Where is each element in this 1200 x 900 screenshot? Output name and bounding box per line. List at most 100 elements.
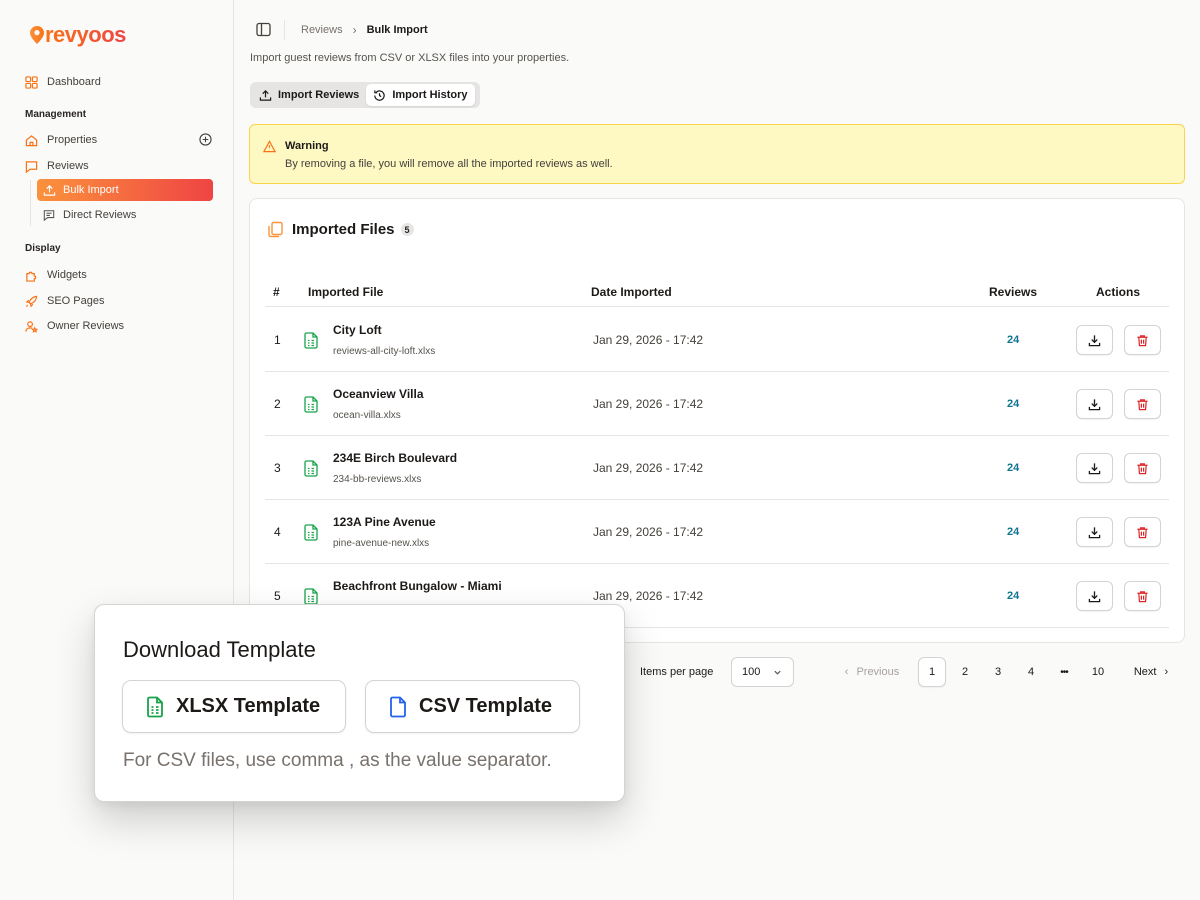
card-header: Imported Files 5 — [267, 221, 414, 238]
download-file-button[interactable] — [1076, 453, 1113, 483]
items-per-page-label: Items per page — [640, 666, 714, 678]
sidebar-item-owner-reviews[interactable]: Owner Reviews — [25, 316, 124, 336]
page-ellipsis: ••• — [1060, 666, 1069, 678]
delete-file-button[interactable] — [1124, 517, 1161, 547]
row-index: 2 — [274, 397, 281, 411]
row-index: 1 — [274, 333, 281, 347]
delete-file-button[interactable] — [1124, 453, 1161, 483]
col-file: Imported File — [308, 285, 384, 299]
sidebar-item-label: Properties — [47, 134, 98, 146]
add-property-icon[interactable] — [199, 133, 212, 146]
message-icon — [25, 160, 38, 173]
breadcrumb: Reviews › Bulk Import — [301, 23, 428, 37]
file-name: 234-bb-reviews.xlxs — [333, 474, 422, 485]
sidebar-item-seo-pages[interactable]: SEO Pages — [25, 291, 104, 311]
download-file-button[interactable] — [1076, 517, 1113, 547]
tab-label: Import History — [392, 89, 468, 101]
download-icon — [1088, 398, 1101, 410]
breadcrumb-current: Bulk Import — [366, 24, 428, 36]
row-index: 3 — [274, 461, 281, 475]
download-file-button[interactable] — [1076, 325, 1113, 355]
next-page-button[interactable]: Next › — [1126, 657, 1176, 687]
page-button-10[interactable]: 10 — [1084, 657, 1112, 687]
sidebar-item-label: Widgets — [47, 269, 87, 281]
upload-icon — [43, 184, 56, 197]
date-imported: Jan 29, 2026 - 17:42 — [593, 461, 704, 475]
trash-icon — [1137, 526, 1148, 538]
sidebar-item-properties[interactable]: Properties — [25, 130, 97, 150]
rocket-icon — [25, 295, 38, 308]
reviews-count[interactable]: 24 — [1007, 526, 1019, 538]
page-button-1[interactable]: 1 — [918, 657, 946, 687]
sidebar-item-direct-reviews[interactable]: Direct Reviews — [43, 205, 136, 225]
delete-file-button[interactable] — [1124, 325, 1161, 355]
col-reviews: Reviews — [989, 285, 1038, 299]
xlsx-template-label: XLSX Template — [176, 695, 321, 717]
sidebar-item-widgets[interactable]: Widgets — [25, 265, 87, 285]
table-row: 1 City Loft reviews-all-city-loft.xlxs J… — [265, 308, 1169, 372]
page-button-4[interactable]: 4 — [1017, 657, 1045, 687]
spreadsheet-icon — [304, 524, 318, 541]
reviews-count[interactable]: 24 — [1007, 462, 1019, 474]
sidebar-item-label: Owner Reviews — [47, 320, 125, 332]
reviews-count[interactable]: 24 — [1007, 590, 1019, 602]
table-row: 3 234E Birch Boulevard 234-bb-reviews.xl… — [265, 436, 1169, 500]
topbar: Reviews › Bulk Import — [234, 0, 1200, 60]
document-icon — [388, 696, 408, 718]
page-button-2[interactable]: 2 — [951, 657, 979, 687]
popover-title: Download Template — [123, 637, 316, 662]
logo-text: revyoos — [45, 22, 126, 47]
sidebar-item-label: Direct Reviews — [63, 209, 137, 221]
sidebar-item-label: Bulk Import — [63, 184, 119, 196]
sidebar-item-reviews[interactable]: Reviews — [25, 156, 89, 176]
file-property-name: Beachfront Bungalow - Miami — [333, 579, 502, 593]
download-template-popover: Download Template XLSX Template CSV Temp… — [94, 604, 625, 802]
download-icon — [1088, 462, 1101, 474]
delete-file-button[interactable] — [1124, 581, 1161, 611]
chevron-left-icon: ‹ — [844, 666, 849, 678]
reviews-count[interactable]: 24 — [1007, 334, 1019, 346]
upload-icon — [259, 89, 272, 102]
files-icon — [267, 221, 284, 238]
delete-file-button[interactable] — [1124, 389, 1161, 419]
items-per-page-select[interactable]: 100 — [731, 657, 794, 687]
tab-import-reviews[interactable]: Import Reviews — [252, 84, 366, 106]
topbar-divider — [284, 20, 285, 40]
reviews-count[interactable]: 24 — [1007, 398, 1019, 410]
file-property-name: 123A Pine Avenue — [333, 515, 436, 529]
trash-icon — [1137, 462, 1148, 474]
sidebar-item-dashboard[interactable]: Dashboard — [25, 72, 101, 92]
page-button-3[interactable]: 3 — [984, 657, 1012, 687]
user-star-icon — [25, 320, 38, 333]
page-subtitle: Import guest reviews from CSV or XLSX fi… — [250, 52, 570, 64]
sidebar-toggle-icon[interactable] — [256, 22, 271, 37]
csv-template-button[interactable]: CSV Template — [365, 680, 580, 733]
sidebar-section-management: Management — [25, 109, 87, 120]
warning-icon — [263, 140, 276, 153]
col-actions: Actions — [1096, 285, 1141, 299]
download-file-button[interactable] — [1076, 581, 1113, 611]
tab-import-history[interactable]: Import History — [366, 84, 475, 106]
col-date: Date Imported — [591, 285, 672, 299]
sidebar-item-label: SEO Pages — [47, 295, 105, 307]
logo[interactable]: revyoos — [30, 22, 126, 48]
previous-page-button[interactable]: ‹ Previous — [837, 657, 907, 687]
file-name: reviews-all-city-loft.xlxs — [333, 346, 436, 357]
tab-label: Import Reviews — [278, 89, 360, 101]
sidebar-item-bulk-import[interactable]: Bulk Import — [37, 179, 213, 201]
file-name: ocean-villa.xlxs — [333, 410, 401, 421]
puzzle-icon — [25, 269, 38, 282]
items-per-page-value: 100 — [742, 666, 761, 678]
row-index: 4 — [274, 525, 281, 539]
download-icon — [1088, 526, 1101, 538]
chevron-right-icon: › — [352, 23, 357, 37]
previous-label: Previous — [856, 666, 900, 678]
date-imported: Jan 29, 2026 - 17:42 — [593, 333, 704, 347]
location-pin-icon — [30, 26, 44, 44]
date-imported: Jan 29, 2026 - 17:42 — [593, 525, 704, 539]
warning-title: Warning — [285, 140, 329, 152]
download-file-button[interactable] — [1076, 389, 1113, 419]
chevron-right-icon: › — [1164, 666, 1169, 678]
breadcrumb-parent[interactable]: Reviews — [301, 24, 343, 36]
xlsx-template-button[interactable]: XLSX Template — [122, 680, 346, 733]
